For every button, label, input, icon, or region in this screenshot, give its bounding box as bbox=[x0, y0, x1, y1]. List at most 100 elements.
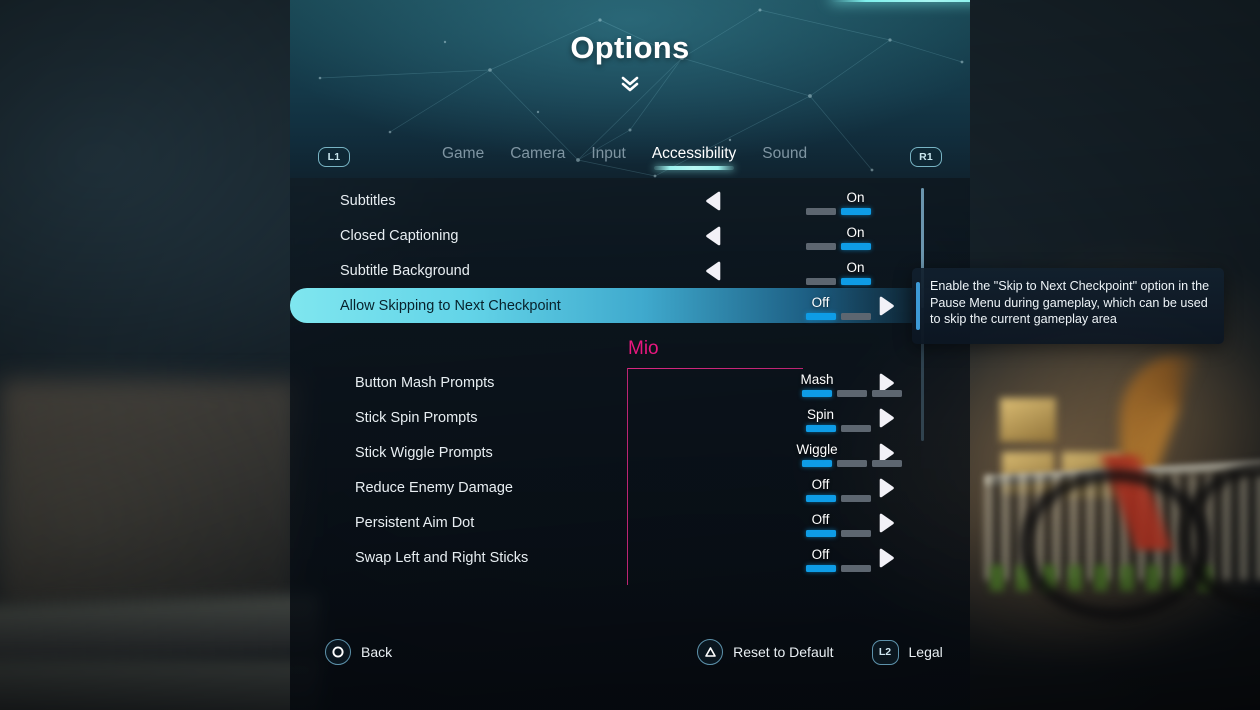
option-pip[interactable] bbox=[840, 495, 871, 502]
option-pips bbox=[805, 565, 871, 572]
top-accent-bar bbox=[830, 0, 970, 2]
setting-value-control[interactable]: Spin bbox=[805, 400, 871, 435]
option-pips bbox=[805, 495, 871, 502]
option-pip[interactable] bbox=[840, 243, 871, 250]
option-pip[interactable] bbox=[805, 495, 836, 502]
setting-label: Stick Spin Prompts bbox=[355, 409, 478, 426]
tab-bar: L1 Game Camera Input Accessibility Sound R1 bbox=[290, 140, 970, 174]
setting-row[interactable]: Subtitles On bbox=[290, 183, 970, 218]
r1-bumper-icon[interactable]: R1 bbox=[910, 147, 942, 167]
tab-game[interactable]: Game bbox=[442, 145, 484, 170]
back-button[interactable]: Back bbox=[325, 639, 392, 665]
setting-label: Reduce Enemy Damage bbox=[355, 479, 513, 496]
option-pip[interactable] bbox=[837, 390, 867, 397]
setting-label: Swap Left and Right Sticks bbox=[355, 549, 529, 566]
option-pips bbox=[805, 243, 871, 250]
setting-value-control[interactable]: Mash bbox=[800, 365, 902, 400]
setting-value-control[interactable]: On bbox=[805, 183, 871, 218]
settings-list: Subtitles On Closed Captioning On Subtitle B… bbox=[290, 183, 970, 575]
previous-option-arrow[interactable] bbox=[705, 226, 723, 246]
setting-value-control[interactable]: Off bbox=[805, 505, 871, 540]
setting-value-control[interactable]: On bbox=[805, 253, 871, 288]
l1-bumper-icon[interactable]: L1 bbox=[318, 147, 350, 167]
option-pip[interactable] bbox=[837, 460, 867, 467]
chevron-double-down-icon[interactable] bbox=[290, 76, 970, 95]
option-pip[interactable] bbox=[872, 460, 902, 467]
setting-value-label: Off bbox=[811, 477, 830, 492]
next-option-arrow[interactable] bbox=[877, 478, 895, 498]
tab-list: Game Camera Input Accessibility Sound bbox=[442, 145, 807, 170]
tab-accessibility[interactable]: Accessibility bbox=[652, 145, 736, 170]
setting-row[interactable]: Button Mash Prompts Mash bbox=[290, 365, 970, 400]
setting-row[interactable]: Stick Wiggle Prompts Wiggle bbox=[290, 435, 970, 470]
setting-value-label: On bbox=[846, 225, 865, 240]
setting-value-control[interactable]: On bbox=[805, 218, 871, 253]
option-pips bbox=[805, 530, 871, 537]
circle-button-icon bbox=[325, 639, 351, 665]
next-option-arrow[interactable] bbox=[877, 296, 895, 316]
option-pip[interactable] bbox=[805, 313, 836, 320]
setting-row[interactable]: Closed Captioning On bbox=[290, 218, 970, 253]
setting-value-control[interactable]: Off bbox=[805, 288, 871, 323]
setting-label: Closed Captioning bbox=[340, 227, 459, 244]
option-pip[interactable] bbox=[805, 425, 836, 432]
page-title: Options bbox=[570, 30, 690, 65]
legal-button-label: Legal bbox=[908, 644, 943, 660]
option-pip[interactable] bbox=[805, 208, 836, 215]
tab-input[interactable]: Input bbox=[591, 145, 625, 170]
setting-value-control[interactable]: Wiggle bbox=[796, 435, 902, 470]
option-pip[interactable] bbox=[802, 460, 832, 467]
next-option-arrow[interactable] bbox=[877, 408, 895, 428]
setting-label: Subtitles bbox=[340, 192, 396, 209]
option-pips bbox=[805, 425, 871, 432]
option-pip[interactable] bbox=[872, 390, 902, 397]
option-pip[interactable] bbox=[802, 390, 832, 397]
setting-value-control[interactable]: Off bbox=[805, 470, 871, 505]
option-pip[interactable] bbox=[805, 530, 836, 537]
l2-button-icon: L2 bbox=[871, 639, 899, 665]
setting-value-label: On bbox=[846, 190, 865, 205]
back-button-label: Back bbox=[361, 644, 393, 660]
setting-value-label: Wiggle bbox=[796, 442, 838, 457]
setting-row[interactable]: Allow Skipping to Next Checkpoint Off bbox=[290, 288, 970, 323]
setting-value-control[interactable]: Off bbox=[805, 540, 871, 575]
tooltip-text: Enable the "Skip to Next Checkpoint" opt… bbox=[930, 279, 1210, 327]
next-option-arrow[interactable] bbox=[877, 513, 895, 533]
tab-sound[interactable]: Sound bbox=[762, 145, 807, 170]
setting-row[interactable]: Reduce Enemy Damage Off bbox=[290, 470, 970, 505]
setting-label: Persistent Aim Dot bbox=[355, 514, 475, 531]
legal-button[interactable]: L2 Legal bbox=[871, 639, 943, 665]
tab-camera[interactable]: Camera bbox=[510, 145, 565, 170]
option-pip[interactable] bbox=[805, 278, 836, 285]
option-pip[interactable] bbox=[840, 425, 871, 432]
reset-to-default-button[interactable]: Reset to Default bbox=[697, 639, 834, 665]
setting-value-label: Off bbox=[811, 547, 830, 562]
triangle-button-icon bbox=[697, 639, 724, 665]
action-bar: Back Reset to Default L2 Legal bbox=[290, 630, 970, 674]
option-pip[interactable] bbox=[840, 313, 871, 320]
setting-value-label: Spin bbox=[806, 407, 835, 422]
setting-value-label: Off bbox=[811, 295, 830, 310]
setting-value-label: Mash bbox=[800, 372, 834, 387]
option-pip[interactable] bbox=[840, 278, 871, 285]
previous-option-arrow[interactable] bbox=[705, 191, 723, 211]
option-pips bbox=[805, 313, 871, 320]
option-pip[interactable] bbox=[805, 565, 836, 572]
group-title-mio: Mio bbox=[628, 338, 659, 359]
setting-row[interactable]: Subtitle Background On bbox=[290, 253, 970, 288]
option-pip[interactable] bbox=[840, 208, 871, 215]
setting-row[interactable]: Persistent Aim Dot Off bbox=[290, 505, 970, 540]
setting-label: Allow Skipping to Next Checkpoint bbox=[340, 297, 561, 314]
setting-row[interactable]: Stick Spin Prompts Spin bbox=[290, 400, 970, 435]
option-pips bbox=[802, 390, 902, 397]
option-pip[interactable] bbox=[840, 530, 871, 537]
previous-option-arrow[interactable] bbox=[705, 261, 723, 281]
setting-row[interactable]: Swap Left and Right Sticks Off bbox=[290, 540, 970, 575]
option-pip[interactable] bbox=[805, 243, 836, 250]
option-pips bbox=[802, 460, 902, 467]
option-pip[interactable] bbox=[840, 565, 871, 572]
options-panel: Options L1 Game Camera Input Accessibility S… bbox=[290, 0, 970, 710]
setting-value-label: Off bbox=[811, 512, 830, 527]
setting-label: Stick Wiggle Prompts bbox=[355, 444, 493, 461]
next-option-arrow[interactable] bbox=[877, 548, 895, 568]
